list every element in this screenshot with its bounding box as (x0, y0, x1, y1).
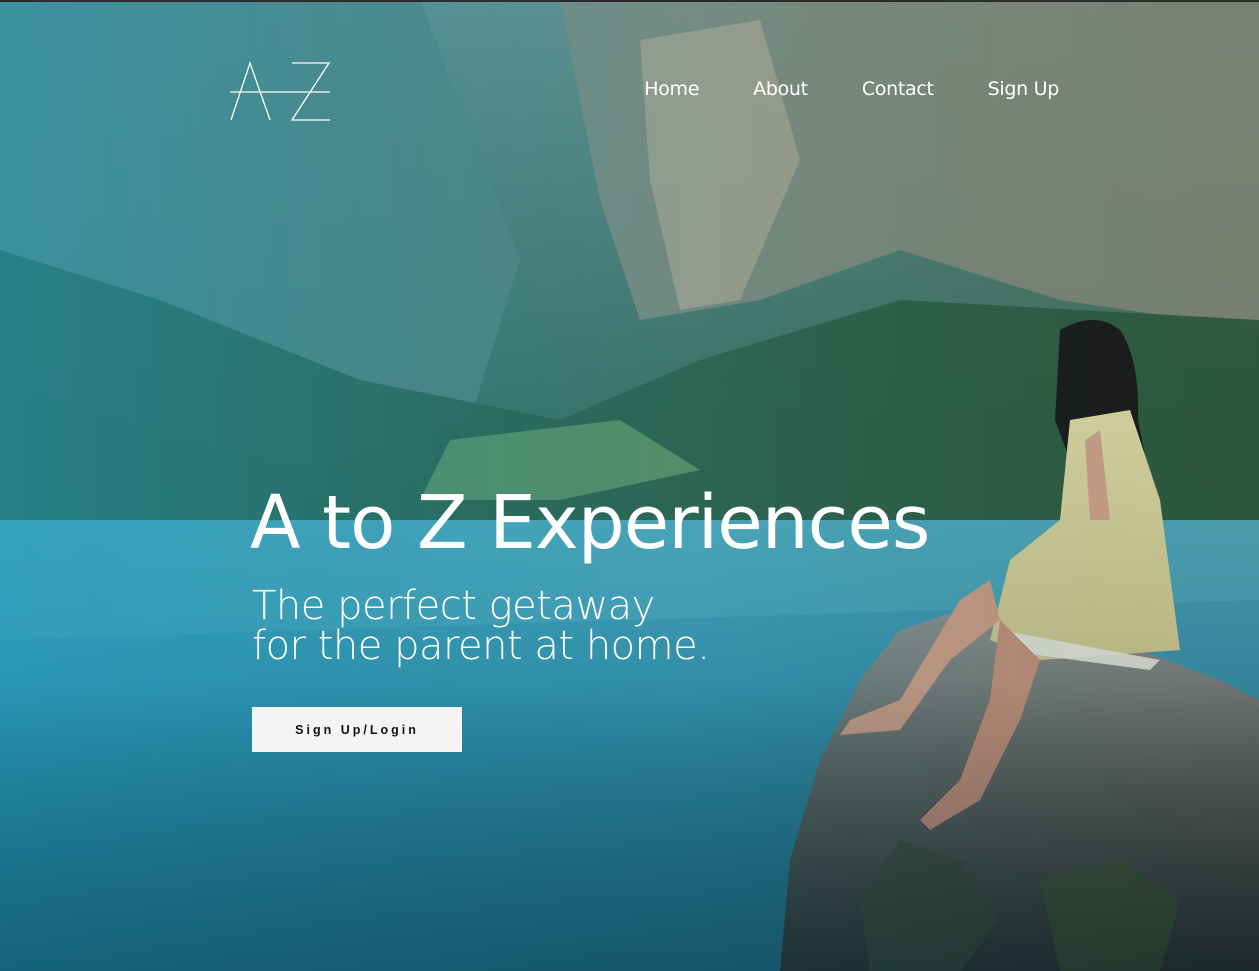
hero-title: A to Z Experiences (250, 480, 930, 566)
nav-signup-link[interactable]: Sign Up (988, 78, 1060, 100)
nav-home-link[interactable]: Home (644, 78, 699, 100)
hero-subtitle-line-2: for the parent at home. (252, 623, 710, 669)
hero-subtitle-line-1: The perfect getaway (252, 583, 655, 629)
nav-contact-link[interactable]: Contact (862, 78, 934, 100)
window-top-border (0, 0, 1259, 2)
nav-about-link[interactable]: About (753, 78, 808, 100)
main-nav: Home About Contact Sign Up (644, 78, 1059, 100)
top-navbar: Home About Contact Sign Up (0, 0, 1259, 180)
signup-login-button[interactable]: Sign Up/Login (252, 707, 462, 752)
az-logo-icon[interactable] (228, 60, 332, 124)
hero-subtitle: The perfect getaway for the parent at ho… (252, 583, 710, 669)
